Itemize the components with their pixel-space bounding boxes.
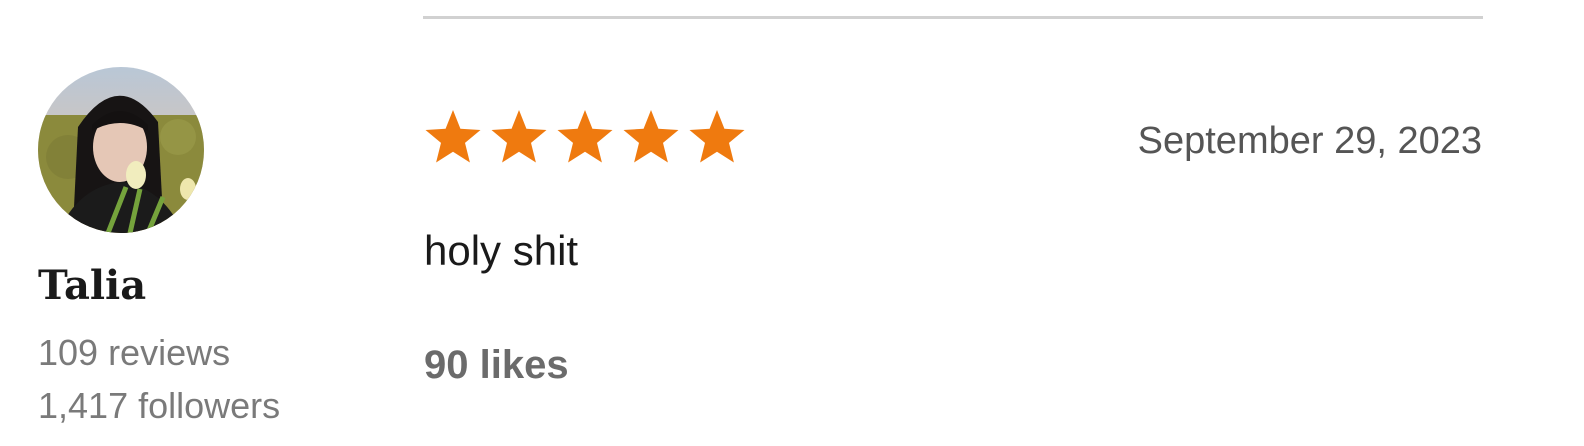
avatar-photo	[38, 67, 204, 233]
star-icon	[623, 110, 679, 163]
likes-count[interactable]: 90 likes	[424, 340, 569, 390]
top-divider	[423, 16, 1483, 19]
star-icon	[491, 110, 547, 163]
reviewer-name[interactable]: Talia	[38, 258, 146, 314]
reviewer-follower-count: 1,417 followers	[38, 385, 281, 426]
review-text: holy shit	[424, 227, 579, 274]
star-icon	[557, 110, 613, 163]
review-date: September 29, 2023	[1137, 120, 1482, 162]
reviewer-review-count: 109 reviews	[38, 332, 231, 373]
avatar[interactable]	[38, 67, 204, 233]
star-icon	[689, 110, 745, 163]
star-rating	[421, 106, 749, 166]
star-icon	[425, 110, 481, 163]
